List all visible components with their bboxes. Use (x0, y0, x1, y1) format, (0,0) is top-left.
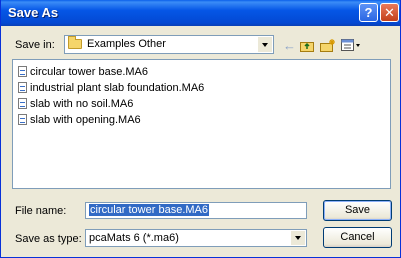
file-name-value: circular tower base.MA6 (89, 204, 209, 216)
title-bar[interactable]: Save As ? ✕ (1, 0, 400, 26)
document-icon (18, 82, 27, 93)
dialog-title: Save As (8, 5, 59, 20)
chevron-down-icon[interactable] (257, 37, 272, 52)
help-icon: ? (364, 5, 373, 20)
file-name-label: File name: (15, 205, 67, 217)
new-folder-icon[interactable] (320, 39, 336, 53)
close-icon: ✕ (384, 5, 395, 20)
up-folder-icon[interactable] (300, 39, 315, 53)
document-icon (18, 98, 27, 109)
save-as-type-label: Save as type: (15, 233, 82, 245)
document-icon (18, 114, 27, 125)
cancel-button-label: Cancel (340, 231, 375, 243)
views-menu-icon[interactable] (341, 39, 361, 53)
document-icon (18, 66, 27, 77)
list-item[interactable]: slab with opening.MA6 (18, 113, 141, 127)
chevron-down-icon[interactable] (290, 231, 305, 245)
save-button-label: Save (344, 204, 371, 216)
file-list[interactable]: circular tower base.MA6 industrial plant… (12, 59, 391, 189)
list-item[interactable]: slab with no soil.MA6 (18, 97, 133, 111)
save-as-type-value: pcaMats 6 (*.ma6) (89, 232, 179, 244)
close-button[interactable]: ✕ (380, 3, 399, 22)
save-button[interactable]: Save (323, 200, 392, 221)
file-name-input[interactable]: circular tower base.MA6 (85, 202, 307, 219)
file-name: slab with no soil.MA6 (30, 98, 134, 110)
list-item[interactable]: circular tower base.MA6 (18, 65, 148, 79)
save-in-dropdown[interactable]: Examples Other (64, 35, 274, 54)
file-name: slab with opening.MA6 (30, 114, 141, 126)
back-icon[interactable]: ← (283, 39, 296, 53)
file-name: circular tower base.MA6 (30, 66, 148, 78)
help-button[interactable]: ? (359, 3, 378, 22)
file-name: industrial plant slab foundation.MA6 (30, 82, 205, 94)
cancel-button[interactable]: Cancel (323, 227, 392, 248)
save-in-value: Examples Other (87, 38, 166, 50)
save-in-label: Save in: (15, 39, 55, 51)
save-as-dialog: Save As ? ✕ Save in: Examples Other ← ci… (0, 0, 401, 258)
list-item[interactable]: industrial plant slab foundation.MA6 (18, 81, 204, 95)
folder-icon (68, 36, 82, 49)
save-as-type-dropdown[interactable]: pcaMats 6 (*.ma6) (85, 229, 307, 247)
